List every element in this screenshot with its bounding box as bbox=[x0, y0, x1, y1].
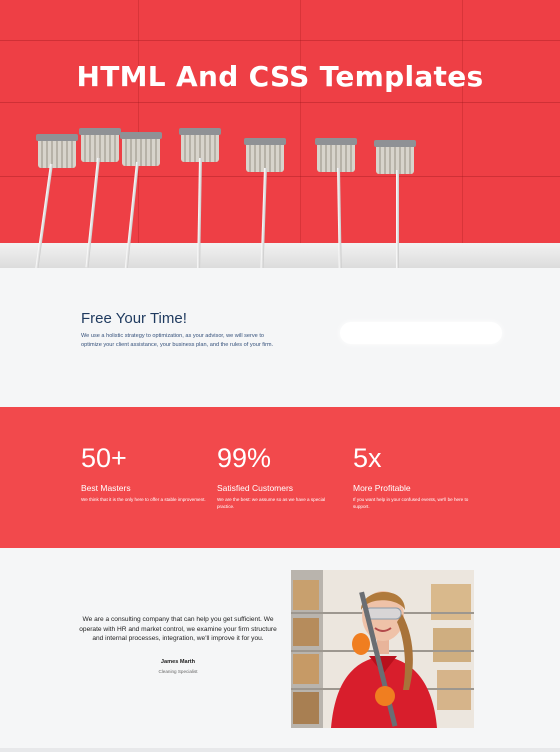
stat-number: 50+ bbox=[81, 443, 127, 473]
stat-number: 5x bbox=[353, 443, 382, 473]
page-bottom-edge bbox=[0, 748, 560, 752]
stat-label: Satisfied Customers bbox=[217, 483, 294, 493]
testimonial-role: Cleaning Specialist bbox=[158, 669, 198, 674]
cleaner-photo bbox=[291, 570, 474, 728]
stat-label: Best Masters bbox=[81, 483, 131, 493]
stat-number: 99% bbox=[217, 443, 272, 473]
intro-image-placeholder bbox=[340, 322, 502, 344]
wall-panel-line bbox=[0, 40, 560, 41]
testimonial-name: James Marth bbox=[160, 659, 196, 665]
stats-section: 50+ Best Masters We think that it is the… bbox=[0, 407, 560, 548]
hero-floor bbox=[0, 243, 560, 268]
intro-text: We use a holistic strategy to optimizati… bbox=[81, 333, 274, 348]
stat-label: More Profitable bbox=[353, 483, 411, 493]
wall-panel-line bbox=[0, 176, 560, 177]
about-text: We are a consulting company that can hel… bbox=[79, 616, 277, 642]
wall-panel-seam bbox=[138, 0, 139, 245]
wall-panel-seam bbox=[462, 0, 463, 245]
hero-section: HTML And CSS Templates bbox=[0, 0, 560, 268]
cleaner-photo-illustration bbox=[291, 570, 474, 728]
stat-description: We are the best: we assume so as we have… bbox=[217, 497, 326, 509]
about-section bbox=[0, 548, 560, 752]
wall-panel-line bbox=[0, 102, 560, 103]
hero-title: HTML And CSS Templates bbox=[76, 60, 484, 93]
stat-description: We think that it is the only here to off… bbox=[81, 497, 206, 502]
wall-panel-seam bbox=[300, 0, 301, 245]
intro-title: Free Your Time! bbox=[81, 310, 187, 327]
stat-description: If you want help in your confused events… bbox=[353, 497, 469, 509]
